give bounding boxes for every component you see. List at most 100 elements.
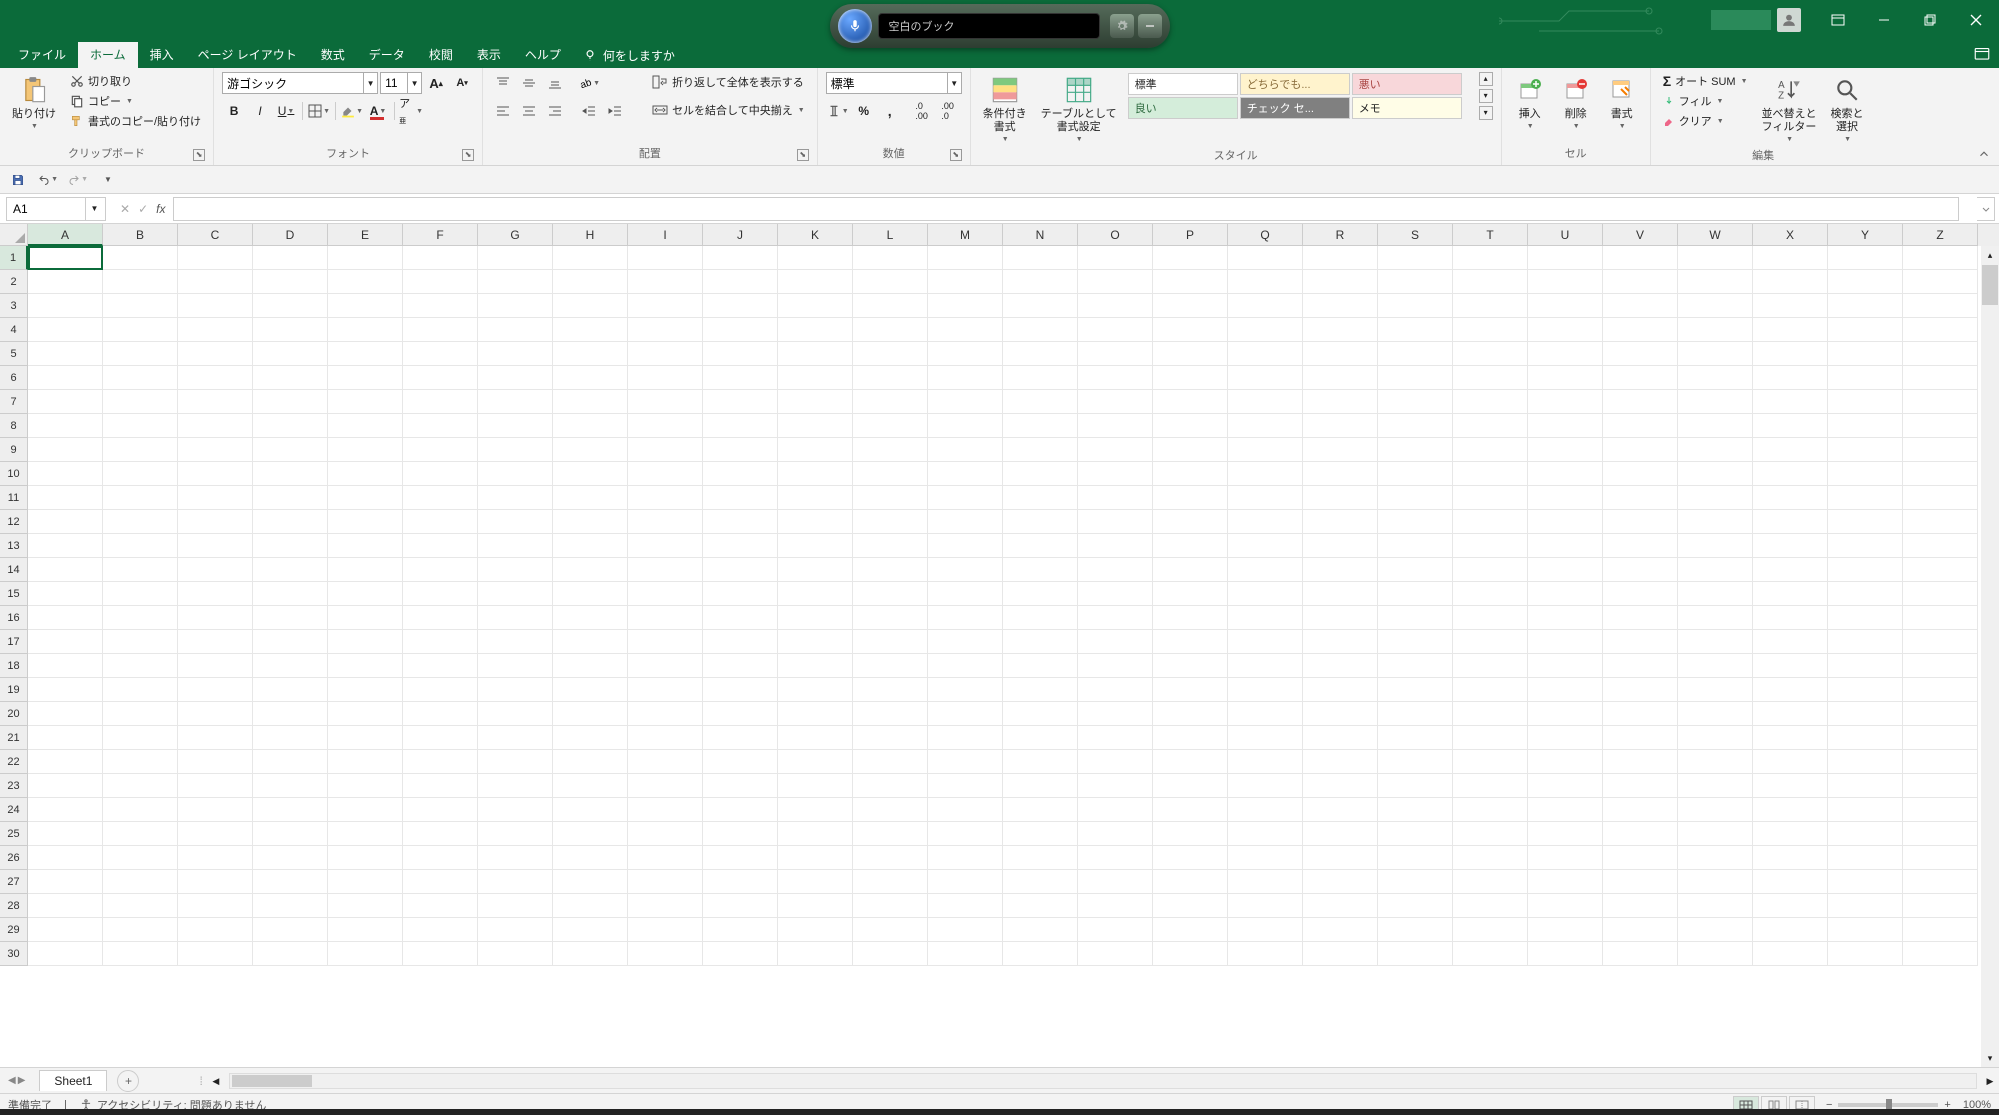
cell-V19[interactable]: [1603, 678, 1678, 702]
autosum-button[interactable]: Σオート SUM▼: [1659, 72, 1752, 90]
tab-data[interactable]: データ: [357, 42, 417, 68]
cell-S5[interactable]: [1378, 342, 1453, 366]
cell-F13[interactable]: [403, 534, 478, 558]
cell-O7[interactable]: [1078, 390, 1153, 414]
column-header-N[interactable]: N: [1003, 224, 1078, 246]
column-header-F[interactable]: F: [403, 224, 478, 246]
cell-R19[interactable]: [1303, 678, 1378, 702]
cell-Z25[interactable]: [1903, 822, 1978, 846]
cell-E8[interactable]: [328, 414, 403, 438]
cell-W26[interactable]: [1678, 846, 1753, 870]
cell-C30[interactable]: [178, 942, 253, 966]
cell-M15[interactable]: [928, 582, 1003, 606]
cell-O17[interactable]: [1078, 630, 1153, 654]
cell-R22[interactable]: [1303, 750, 1378, 774]
cell-N20[interactable]: [1003, 702, 1078, 726]
cell-Q15[interactable]: [1228, 582, 1303, 606]
cell-X3[interactable]: [1753, 294, 1828, 318]
cell-I10[interactable]: [628, 462, 703, 486]
cell-S21[interactable]: [1378, 726, 1453, 750]
cell-V17[interactable]: [1603, 630, 1678, 654]
cell-U3[interactable]: [1528, 294, 1603, 318]
cell-W29[interactable]: [1678, 918, 1753, 942]
cell-Y23[interactable]: [1828, 774, 1903, 798]
cell-J29[interactable]: [703, 918, 778, 942]
column-header-L[interactable]: L: [853, 224, 928, 246]
cell-A6[interactable]: [28, 366, 103, 390]
cell-F4[interactable]: [403, 318, 478, 342]
cell-J12[interactable]: [703, 510, 778, 534]
user-name-block[interactable]: [1711, 10, 1771, 30]
cell-M5[interactable]: [928, 342, 1003, 366]
cell-P26[interactable]: [1153, 846, 1228, 870]
cell-D18[interactable]: [253, 654, 328, 678]
cell-Z16[interactable]: [1903, 606, 1978, 630]
cell-I9[interactable]: [628, 438, 703, 462]
cell-E21[interactable]: [328, 726, 403, 750]
cell-L8[interactable]: [853, 414, 928, 438]
cell-R10[interactable]: [1303, 462, 1378, 486]
decrease-font-size[interactable]: A▾: [450, 72, 474, 94]
cell-Y24[interactable]: [1828, 798, 1903, 822]
cell-T11[interactable]: [1453, 486, 1528, 510]
cell-F6[interactable]: [403, 366, 478, 390]
cell-D24[interactable]: [253, 798, 328, 822]
cell-V1[interactable]: [1603, 246, 1678, 270]
cell-Y20[interactable]: [1828, 702, 1903, 726]
cell-K9[interactable]: [778, 438, 853, 462]
style-good[interactable]: 良い: [1128, 97, 1238, 119]
cell-S1[interactable]: [1378, 246, 1453, 270]
cell-T9[interactable]: [1453, 438, 1528, 462]
cell-H15[interactable]: [553, 582, 628, 606]
cell-I15[interactable]: [628, 582, 703, 606]
cell-W30[interactable]: [1678, 942, 1753, 966]
cell-F7[interactable]: [403, 390, 478, 414]
cell-V2[interactable]: [1603, 270, 1678, 294]
cell-L9[interactable]: [853, 438, 928, 462]
cell-S4[interactable]: [1378, 318, 1453, 342]
cell-Q23[interactable]: [1228, 774, 1303, 798]
cell-E23[interactable]: [328, 774, 403, 798]
cell-Z24[interactable]: [1903, 798, 1978, 822]
cell-X26[interactable]: [1753, 846, 1828, 870]
cell-V12[interactable]: [1603, 510, 1678, 534]
tab-insert[interactable]: 挿入: [138, 42, 186, 68]
cell-E30[interactable]: [328, 942, 403, 966]
cell-U5[interactable]: [1528, 342, 1603, 366]
cell-Z11[interactable]: [1903, 486, 1978, 510]
row-header-13[interactable]: 13: [0, 534, 28, 558]
cell-B23[interactable]: [103, 774, 178, 798]
cell-R15[interactable]: [1303, 582, 1378, 606]
format-cells-button[interactable]: 書式▼: [1602, 72, 1642, 134]
cell-G29[interactable]: [478, 918, 553, 942]
cell-O18[interactable]: [1078, 654, 1153, 678]
cell-Z4[interactable]: [1903, 318, 1978, 342]
cell-Y22[interactable]: [1828, 750, 1903, 774]
cell-Z19[interactable]: [1903, 678, 1978, 702]
cell-S7[interactable]: [1378, 390, 1453, 414]
cell-L23[interactable]: [853, 774, 928, 798]
number-launcher[interactable]: ⬊: [950, 149, 962, 161]
cell-T20[interactable]: [1453, 702, 1528, 726]
cell-L30[interactable]: [853, 942, 928, 966]
cell-L4[interactable]: [853, 318, 928, 342]
cell-B10[interactable]: [103, 462, 178, 486]
column-header-P[interactable]: P: [1153, 224, 1228, 246]
cell-V5[interactable]: [1603, 342, 1678, 366]
cell-K1[interactable]: [778, 246, 853, 270]
cell-Q3[interactable]: [1228, 294, 1303, 318]
alignment-launcher[interactable]: ⬊: [797, 149, 809, 161]
cell-M23[interactable]: [928, 774, 1003, 798]
cell-E28[interactable]: [328, 894, 403, 918]
cell-I26[interactable]: [628, 846, 703, 870]
cell-K29[interactable]: [778, 918, 853, 942]
cell-S8[interactable]: [1378, 414, 1453, 438]
cell-B12[interactable]: [103, 510, 178, 534]
cell-B17[interactable]: [103, 630, 178, 654]
cell-R28[interactable]: [1303, 894, 1378, 918]
cell-J3[interactable]: [703, 294, 778, 318]
cell-J10[interactable]: [703, 462, 778, 486]
vertical-scrollbar[interactable]: ▴ ▾: [1981, 246, 1999, 1067]
cell-L2[interactable]: [853, 270, 928, 294]
cell-J27[interactable]: [703, 870, 778, 894]
